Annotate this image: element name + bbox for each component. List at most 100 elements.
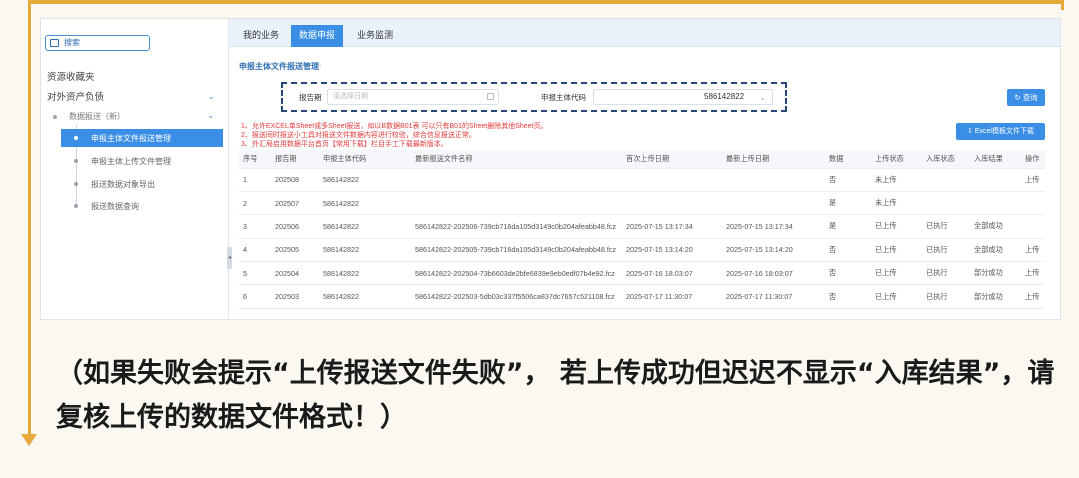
chevron-down-icon: ⌄ bbox=[207, 110, 215, 120]
cell-code: 586142822 bbox=[319, 261, 411, 286]
sidebar-item-upload-files[interactable]: 申报主体上传文件管理 bbox=[61, 152, 223, 170]
col-header: 入库结果 bbox=[970, 150, 1021, 169]
table-header-row: 序号 报告期 申报主体代码 最新报送文件名称 首次上传日期 最新上传日期 数据 … bbox=[239, 150, 1045, 169]
cell-period: 202507 bbox=[271, 191, 319, 216]
upload-link[interactable]: 上传 bbox=[1021, 238, 1045, 263]
upload-link[interactable] bbox=[1021, 191, 1045, 216]
panel-title-text: 申报主体文件报送管理 bbox=[239, 62, 319, 71]
search-icon bbox=[50, 39, 59, 47]
query-button-label: 查询 bbox=[1022, 93, 1038, 102]
sidebar-collapse-handle[interactable]: ◂ bbox=[227, 247, 232, 269]
cell-upload-status: 未上传 bbox=[871, 168, 922, 192]
cell-no: 3 bbox=[239, 214, 271, 239]
cell-code: 586142822 bbox=[319, 214, 411, 239]
cell-store-result: 部分成功 bbox=[970, 261, 1021, 286]
cell-period: 202506 bbox=[271, 214, 319, 239]
cell-first-upload bbox=[622, 168, 722, 192]
sidebar-item-label: 报送数据查询 bbox=[91, 202, 139, 211]
cell-file bbox=[411, 191, 622, 216]
col-header: 数据 bbox=[825, 150, 871, 169]
cell-no: 5 bbox=[239, 261, 271, 286]
col-header: 操作 bbox=[1021, 150, 1045, 169]
menu-external-assets[interactable]: 对外资产负债 ⌄ bbox=[47, 89, 219, 105]
period-date-input[interactable]: 请选择日期 bbox=[327, 89, 499, 105]
cell-first-upload: 2025-07-15 13:14:20 bbox=[622, 238, 722, 263]
cell-store-status: 已执行 bbox=[922, 284, 970, 309]
bullet-icon bbox=[74, 182, 78, 186]
upload-link[interactable]: 上传 bbox=[1021, 284, 1045, 309]
col-header: 首次上传日期 bbox=[622, 150, 722, 169]
sidebar-item-file-report[interactable]: 申报主体文件报送管理 bbox=[61, 129, 223, 147]
cell-period: 202503 bbox=[271, 284, 319, 309]
submenu-data-report-label: 数据报送（新） bbox=[69, 112, 125, 121]
cell-code: 586142822 bbox=[319, 168, 411, 192]
cell-code: 586142822 bbox=[319, 191, 411, 216]
entity-code-value: 586142822 bbox=[704, 92, 745, 101]
instruction-notes: 1、允许EXCEL单Sheet或多Sheet报送，如以B数据B01表 可以只有B… bbox=[241, 122, 548, 149]
cell-latest-upload bbox=[722, 168, 825, 192]
cell-flag: 否 bbox=[825, 168, 871, 192]
tab-monitoring[interactable]: 业务监测 bbox=[349, 25, 401, 47]
upload-link[interactable]: 上传 bbox=[1021, 168, 1045, 192]
menu-favorites[interactable]: 资源收藏夹 bbox=[47, 69, 95, 83]
col-header: 最新报送文件名称 bbox=[411, 150, 622, 169]
cell-flag: 是 bbox=[825, 191, 871, 216]
cell-no: 1 bbox=[239, 168, 271, 192]
frame-left-edge bbox=[28, 0, 31, 438]
app-screenshot: 搜索 资源收藏夹 对外资产负债 ⌄ 数据报送（新） ⌄ 申报主体文件报送管理 申… bbox=[40, 18, 1061, 320]
sidebar-item-label: 申报主体上传文件管理 bbox=[91, 157, 171, 166]
upload-link[interactable]: 上传 bbox=[1021, 261, 1045, 286]
period-placeholder: 请选择日期 bbox=[333, 93, 368, 100]
table-row: 5 202504 586142822 586142822-202504-73b6… bbox=[239, 261, 1045, 286]
cell-period: 202505 bbox=[271, 238, 319, 263]
cell-store-status: 已执行 bbox=[922, 214, 970, 239]
cell-store-status bbox=[922, 191, 970, 216]
sidebar-item-query[interactable]: 报送数据查询 bbox=[61, 197, 223, 215]
bullet-icon bbox=[74, 136, 78, 140]
frame-top-edge bbox=[28, 0, 1064, 4]
cell-code: 586142822 bbox=[319, 238, 411, 263]
tab-my-business[interactable]: 我的业务 bbox=[235, 25, 287, 47]
query-button[interactable]: ↻ 查询 bbox=[1007, 89, 1045, 106]
cell-upload-status: 已上传 bbox=[871, 214, 922, 239]
table-row: 4 202505 586142822 586142822-202505-739c… bbox=[239, 238, 1045, 263]
cell-no: 4 bbox=[239, 238, 271, 263]
menu-external-assets-label: 对外资产负债 bbox=[47, 92, 105, 103]
cell-flag: 是 bbox=[825, 214, 871, 239]
download-icon: ⇩ bbox=[967, 128, 975, 135]
cell-no: 2 bbox=[239, 191, 271, 216]
table-row: 2 202507 586142822 是 未上传 bbox=[239, 191, 1045, 216]
caption-text: （如果失败会提示“上传报送文件失败”， 若上传成功但迟迟不显示“入库结果”，请复… bbox=[56, 358, 1055, 433]
frame-right-edge bbox=[1061, 0, 1064, 10]
bullet-icon bbox=[53, 115, 57, 119]
cell-code: 586142822 bbox=[319, 284, 411, 309]
submenu-data-report[interactable]: 数据报送（新） ⌄ bbox=[41, 109, 223, 125]
filter-area: 报告期 请选择日期 申报主体代码 586142822 ⌄ bbox=[281, 82, 787, 112]
search-label: 搜索 bbox=[64, 38, 80, 47]
arrow-down-icon bbox=[21, 434, 37, 446]
sidebar-item-export[interactable]: 报送数据对象导出 bbox=[61, 175, 223, 193]
cell-file: 586142822-202504-73b6603de2bfe6839e9eb0e… bbox=[411, 261, 622, 286]
tab-data-report[interactable]: 数据申报 bbox=[291, 25, 344, 47]
sidebar-search[interactable]: 搜索 bbox=[45, 35, 150, 51]
table-row: 6 202503 586142822 586142822-202503-5db0… bbox=[239, 284, 1045, 309]
bullet-icon bbox=[74, 204, 78, 208]
cell-file: 586142822-202506-739cb716da105d3149c0b20… bbox=[411, 214, 622, 239]
title-marker: ° bbox=[319, 65, 322, 71]
entity-code-select[interactable]: 586142822 ⌄ bbox=[593, 89, 773, 105]
cell-latest-upload bbox=[722, 191, 825, 216]
cell-period: 202508 bbox=[271, 168, 319, 192]
cell-first-upload: 2025-07-15 13:17:34 bbox=[622, 214, 722, 239]
cell-latest-upload: 2025-07-16 18:03:07 bbox=[722, 261, 825, 286]
cell-store-result: 全部成功 bbox=[970, 238, 1021, 263]
cell-store-status: 已执行 bbox=[922, 238, 970, 263]
col-header: 序号 bbox=[239, 150, 271, 169]
period-label: 报告期 bbox=[299, 93, 322, 102]
upload-link[interactable] bbox=[1021, 214, 1045, 239]
page-frame: 搜索 资源收藏夹 对外资产负债 ⌄ 数据报送（新） ⌄ 申报主体文件报送管理 申… bbox=[0, 0, 1079, 478]
col-header: 申报主体代码 bbox=[319, 150, 411, 169]
excel-template-download-button[interactable]: ⇩ Excel模板文件下载 bbox=[956, 123, 1045, 140]
cell-first-upload: 2025-07-17 11:30:07 bbox=[622, 284, 722, 309]
cell-file: 586142822-202505-739cb716da105d3149c0b20… bbox=[411, 238, 622, 263]
bullet-icon bbox=[74, 159, 78, 163]
